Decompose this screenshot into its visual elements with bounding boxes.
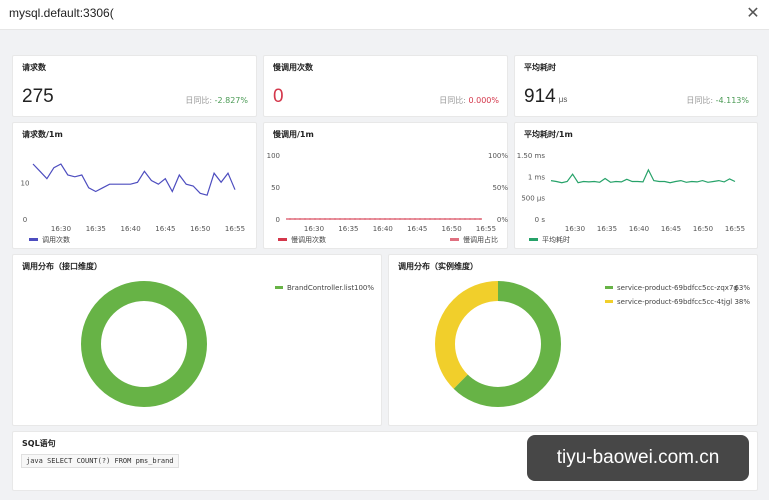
x-tick-label: 16:35 (597, 225, 617, 233)
stat-card-requests: 请求数 275 日同比: -2.827% (12, 55, 257, 117)
window-title: mysql.default:3306( (9, 6, 114, 20)
y-tick-label: 10 (21, 179, 30, 187)
avg-latency-line-chart: 1.50 ms 1 ms 500 μs 0 s 16:30 16:35 16:40 16:45… (517, 152, 745, 244)
y-tick-label: 1 ms (528, 173, 545, 181)
y-tick-label: 100 (267, 152, 280, 160)
y2-tick-label: 50% (492, 184, 508, 192)
y2-tick-label: 0% (497, 216, 508, 224)
y2-tick-label: 100% (488, 152, 508, 160)
x-tick-label: 16:55 (476, 225, 496, 233)
legend-value: 38% (734, 298, 750, 306)
legend-value: 100% (354, 284, 374, 292)
x-tick-label: 16:45 (661, 225, 681, 233)
legend-swatch (278, 238, 287, 241)
close-icon[interactable]: ✕ (743, 3, 763, 23)
x-tick-label: 16:40 (629, 225, 649, 233)
sql-statement: java SELECT COUNT(?) FROM pms_brand (21, 454, 179, 468)
chart-card-avg-latency: 平均耗时/1m 1.50 ms 1 ms 500 μs 0 s 16:30 16:35 16… (514, 122, 758, 249)
legend-label: 调用次数 (42, 235, 70, 244)
legend-label: 平均耗时 (542, 235, 570, 244)
chart-card-instance-distribution: 调用分布（实例维度） service-product-69bdfcc5cc-zq… (388, 254, 758, 426)
x-tick-label: 16:50 (442, 225, 462, 233)
y-tick-label: 50 (271, 184, 280, 192)
stat-ratio: 日同比: 0.000% (439, 96, 499, 105)
x-tick-label: 16:50 (693, 225, 713, 233)
x-tick-label: 16:35 (86, 225, 106, 233)
x-tick-label: 16:40 (373, 225, 393, 233)
instance-donut-chart: service-product-69bdfcc5cc-zqx7g63%servi… (435, 281, 750, 407)
stat-card-avg-latency: 平均耗时 914 μs 日同比: -4.113% (514, 55, 758, 117)
legend-swatch (29, 238, 38, 241)
stat-ratio: 日同比: -2.827% (185, 96, 248, 105)
y-tick-label: 0 (276, 216, 280, 224)
legend-label: service-product-69bdfcc5cc-4tjgl (617, 298, 732, 306)
stat-title: 平均耗时 (524, 63, 556, 72)
donut-slice (81, 281, 207, 407)
stat-title: 慢调用次数 (273, 63, 313, 72)
legend-label: BrandController.list (287, 284, 354, 292)
legend-swatch (450, 238, 459, 241)
chart-card-requests: 请求数/1m 10 0 16:30 16:35 16:40 16:45 16:50 16:55… (12, 122, 257, 249)
legend-label: service-product-69bdfcc5cc-zqx7g (617, 284, 738, 292)
x-tick-label: 16:45 (407, 225, 427, 233)
sql-title: SQL语句 (22, 439, 56, 448)
x-tick-label: 16:35 (338, 225, 358, 233)
legend-swatch (275, 286, 283, 289)
x-tick-label: 16:55 (225, 225, 245, 233)
x-tick-label: 16:40 (121, 225, 141, 233)
x-tick-label: 16:50 (190, 225, 210, 233)
stat-card-slow-calls: 慢调用次数 0 日同比: 0.000% (263, 55, 508, 117)
stat-value: 0 (273, 86, 284, 107)
legend-label: 慢调用占比 (463, 235, 498, 244)
legend-value: 63% (734, 284, 750, 292)
x-tick-label: 16:55 (725, 225, 745, 233)
stat-value: 914 μs (524, 86, 568, 107)
chart-card-interface-distribution: 调用分布（接口维度） BrandController.list 100% (12, 254, 382, 426)
slow-calls-line-chart: 100 50 0 100% 50% 0% 16:30 16:35 16:40 16:45 16:50… (267, 152, 509, 244)
title-bar: mysql.default:3306( ✕ (0, 0, 769, 30)
stat-ratio: 日同比: -4.113% (686, 96, 749, 105)
legend-label: 慢调用次数 (291, 235, 326, 244)
stat-title: 请求数 (22, 63, 46, 72)
x-tick-label: 16:30 (51, 225, 71, 233)
interface-donut-chart: BrandController.list 100% (81, 281, 374, 407)
legend-swatch (605, 300, 613, 303)
x-tick-label: 16:30 (304, 225, 324, 233)
series-line (550, 168, 736, 184)
stat-value: 275 (22, 86, 54, 107)
legend-swatch (529, 238, 538, 241)
watermark: tiyu-baowei.com.cn (527, 435, 749, 481)
y-tick-label: 1.50 ms (517, 152, 546, 160)
series-line (32, 163, 236, 196)
y-tick-label: 0 s (535, 216, 546, 224)
x-tick-label: 16:45 (155, 225, 175, 233)
y-tick-label: 500 μs (521, 195, 545, 203)
y-tick-label: 0 (23, 216, 27, 224)
x-tick-label: 16:30 (565, 225, 585, 233)
legend-swatch (605, 286, 613, 289)
chart-card-slow-calls: 慢调用/1m 100 50 0 100% 50% 0% 16:30 16:35 16:40 16:… (263, 122, 508, 249)
requests-line-chart: 10 0 16:30 16:35 16:40 16:45 16:50 16:55 调用次数 (21, 163, 245, 244)
